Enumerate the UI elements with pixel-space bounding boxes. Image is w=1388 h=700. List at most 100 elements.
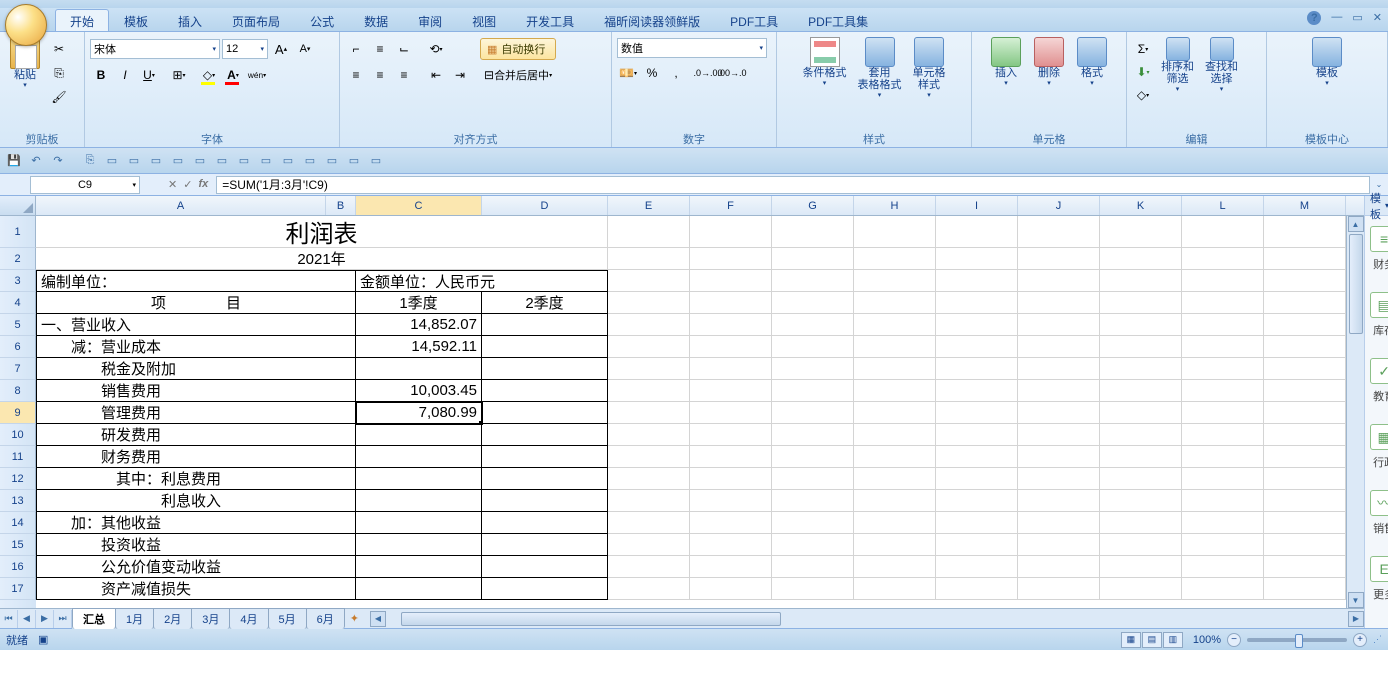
cell-M3[interactable] bbox=[1264, 270, 1346, 292]
cell-L1[interactable] bbox=[1182, 216, 1264, 248]
confirm-formula-icon[interactable]: ✓ bbox=[183, 178, 192, 191]
cell-L16[interactable] bbox=[1182, 556, 1264, 578]
new-sheet-icon[interactable]: ✦ bbox=[344, 612, 365, 625]
cell-E13[interactable] bbox=[608, 490, 690, 512]
qat-btn-4[interactable]: ⎘ bbox=[81, 152, 99, 170]
border-button[interactable]: ⊞▾ bbox=[168, 64, 190, 86]
cell-I8[interactable] bbox=[936, 380, 1018, 402]
cell-G8[interactable] bbox=[772, 380, 854, 402]
cell-K13[interactable] bbox=[1100, 490, 1182, 512]
col-header-M[interactable]: M bbox=[1264, 196, 1346, 215]
cell-I14[interactable] bbox=[936, 512, 1018, 534]
percent-button[interactable]: % bbox=[641, 62, 663, 84]
cell-L14[interactable] bbox=[1182, 512, 1264, 534]
cell-F15[interactable] bbox=[690, 534, 772, 556]
scroll-down-icon[interactable]: ▼ bbox=[1348, 592, 1364, 608]
cell-I10[interactable] bbox=[936, 424, 1018, 446]
row-header-11[interactable]: 11 bbox=[0, 446, 36, 468]
qat-undo-button[interactable]: ↶ bbox=[27, 152, 45, 170]
qat-btn-11[interactable]: ▭ bbox=[235, 152, 253, 170]
cell-K14[interactable] bbox=[1100, 512, 1182, 534]
font-size-combo[interactable]: 12▾ bbox=[222, 39, 268, 59]
cell-I7[interactable] bbox=[936, 358, 1018, 380]
sort-filter-button[interactable]: 排序和 筛选▾ bbox=[1157, 35, 1198, 95]
expand-formula-bar-icon[interactable]: ⌄ bbox=[1370, 180, 1388, 189]
cell-L10[interactable] bbox=[1182, 424, 1264, 446]
cell-G10[interactable] bbox=[772, 424, 854, 446]
sidepanel-item-3[interactable]: ▦行政 bbox=[1365, 414, 1388, 480]
col-header-B[interactable]: B bbox=[326, 196, 356, 215]
sidepanel-item-4[interactable]: 〰销售 bbox=[1365, 480, 1388, 546]
row-header-17[interactable]: 17 bbox=[0, 578, 36, 600]
cell-K1[interactable] bbox=[1100, 216, 1182, 248]
cell-K11[interactable] bbox=[1100, 446, 1182, 468]
cell-I17[interactable] bbox=[936, 578, 1018, 600]
col-header-D[interactable]: D bbox=[482, 196, 608, 215]
row-header-15[interactable]: 15 bbox=[0, 534, 36, 556]
ribbon-tab-3[interactable]: 页面布局 bbox=[217, 9, 295, 31]
sheet-tab-3月[interactable]: 3月 bbox=[191, 608, 230, 629]
cell-G14[interactable] bbox=[772, 512, 854, 534]
increase-font-button[interactable]: A▴ bbox=[270, 38, 292, 60]
qat-btn-7[interactable]: ▭ bbox=[147, 152, 165, 170]
cell-L15[interactable] bbox=[1182, 534, 1264, 556]
orientation-button[interactable]: ⟲▾ bbox=[425, 38, 447, 60]
underline-button[interactable]: U▾ bbox=[138, 64, 160, 86]
cell-M11[interactable] bbox=[1264, 446, 1346, 468]
cell-J16[interactable] bbox=[1018, 556, 1100, 578]
cell-G12[interactable] bbox=[772, 468, 854, 490]
cell-A13[interactable]: 利息收入 bbox=[36, 490, 356, 512]
sheet-tab-4月[interactable]: 4月 bbox=[229, 608, 268, 629]
cell-E5[interactable] bbox=[608, 314, 690, 336]
cell-E3[interactable] bbox=[608, 270, 690, 292]
col-header-F[interactable]: F bbox=[690, 196, 772, 215]
cell-E7[interactable] bbox=[608, 358, 690, 380]
cell-F4[interactable] bbox=[690, 292, 772, 314]
cell-H12[interactable] bbox=[854, 468, 936, 490]
cell-E15[interactable] bbox=[608, 534, 690, 556]
cell-M8[interactable] bbox=[1264, 380, 1346, 402]
cell-F11[interactable] bbox=[690, 446, 772, 468]
sheet-nav-next-icon[interactable]: ▶ bbox=[36, 610, 54, 628]
cell-M13[interactable] bbox=[1264, 490, 1346, 512]
cell-D6[interactable] bbox=[482, 336, 608, 358]
cell-G15[interactable] bbox=[772, 534, 854, 556]
cell-H9[interactable] bbox=[854, 402, 936, 424]
cell-D8[interactable] bbox=[482, 380, 608, 402]
cell-H4[interactable] bbox=[854, 292, 936, 314]
cell-D15[interactable] bbox=[482, 534, 608, 556]
format-table-button[interactable]: 套用 表格格式▾ bbox=[854, 35, 906, 101]
cell-A12[interactable]: 其中：利息费用 bbox=[36, 468, 356, 490]
row-header-7[interactable]: 7 bbox=[0, 358, 36, 380]
cell-C8[interactable]: 10,003.45 bbox=[356, 380, 482, 402]
phonetic-button[interactable]: wén▾ bbox=[246, 64, 268, 86]
cell-F8[interactable] bbox=[690, 380, 772, 402]
cell-E6[interactable] bbox=[608, 336, 690, 358]
cell-H3[interactable] bbox=[854, 270, 936, 292]
sheet-tab-汇总[interactable]: 汇总 bbox=[72, 608, 116, 629]
cell-G16[interactable] bbox=[772, 556, 854, 578]
qat-btn-15[interactable]: ▭ bbox=[323, 152, 341, 170]
cell-D4[interactable]: 2季度 bbox=[482, 292, 608, 314]
cell-C13[interactable] bbox=[356, 490, 482, 512]
align-middle-button[interactable]: ≡ bbox=[369, 38, 391, 60]
row-header-14[interactable]: 14 bbox=[0, 512, 36, 534]
cell-E14[interactable] bbox=[608, 512, 690, 534]
sheet-tab-5月[interactable]: 5月 bbox=[268, 608, 307, 629]
cell-A8[interactable]: 销售费用 bbox=[36, 380, 356, 402]
cell-K10[interactable] bbox=[1100, 424, 1182, 446]
clear-button[interactable]: ◇▾ bbox=[1132, 84, 1154, 106]
cell-H1[interactable] bbox=[854, 216, 936, 248]
cell-M16[interactable] bbox=[1264, 556, 1346, 578]
cell-L12[interactable] bbox=[1182, 468, 1264, 490]
cell-H13[interactable] bbox=[854, 490, 936, 512]
cell-E1[interactable] bbox=[608, 216, 690, 248]
col-header-J[interactable]: J bbox=[1018, 196, 1100, 215]
cell-F7[interactable] bbox=[690, 358, 772, 380]
cell-J4[interactable] bbox=[1018, 292, 1100, 314]
sheet-nav-first-icon[interactable]: ⏮ bbox=[0, 610, 18, 628]
cell-H8[interactable] bbox=[854, 380, 936, 402]
align-bottom-button[interactable]: ⌙ bbox=[393, 38, 415, 60]
cell-G4[interactable] bbox=[772, 292, 854, 314]
cell-D13[interactable] bbox=[482, 490, 608, 512]
